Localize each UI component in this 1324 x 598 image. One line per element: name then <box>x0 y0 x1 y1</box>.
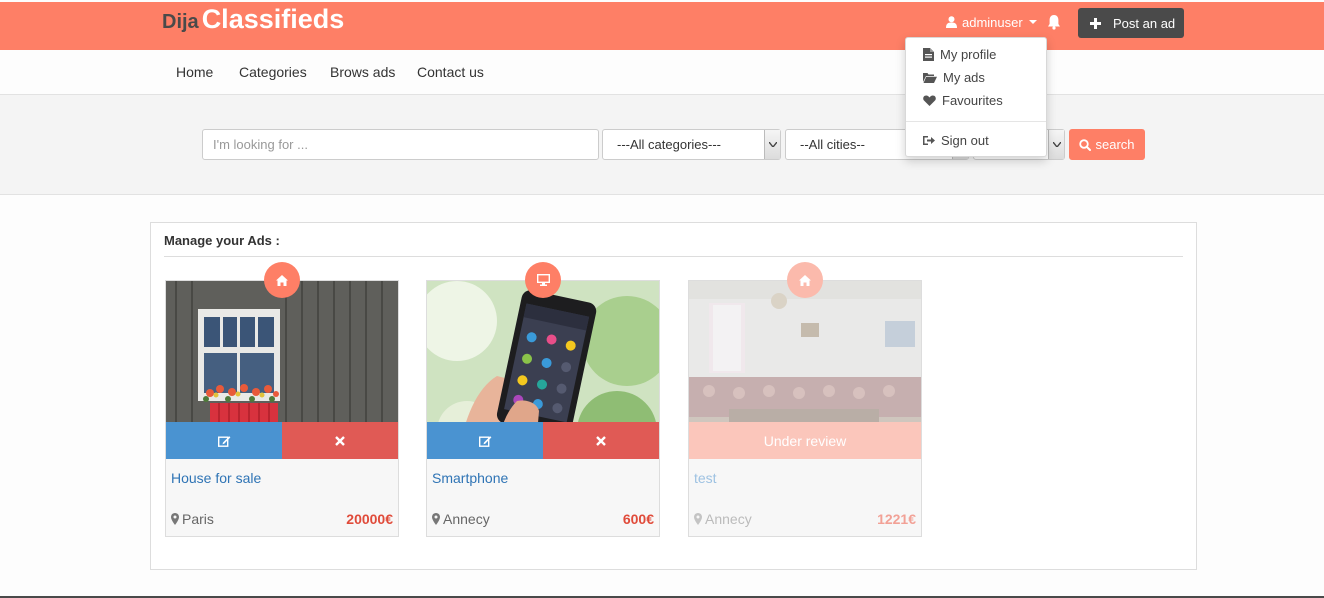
category-badge <box>787 262 823 298</box>
ad-actions <box>427 422 659 459</box>
ad-title[interactable]: Smartphone <box>432 470 508 486</box>
top-bar: Dija Classifieds adminuser Post an ad <box>0 2 1324 50</box>
ad-price: 20000€ <box>346 511 393 527</box>
menu-item-label: My ads <box>943 69 985 85</box>
panel-divider <box>164 256 1183 257</box>
sign-out-icon <box>923 135 935 145</box>
ad-title[interactable]: test <box>694 470 717 486</box>
ad-city: Paris <box>182 511 214 527</box>
file-icon <box>923 47 934 61</box>
ad-location: Annecy <box>432 511 490 527</box>
main-nav: Home Categories Brows ads Contact us <box>0 50 1324 95</box>
post-ad-button[interactable]: Post an ad <box>1078 8 1184 38</box>
search-bar: ---All categories--- --All cities-- sear… <box>0 95 1324 195</box>
chevron-down-icon <box>1048 130 1064 159</box>
user-icon <box>946 16 957 28</box>
edit-icon <box>478 435 491 447</box>
map-marker-icon <box>432 513 440 525</box>
caret-down-icon <box>1028 20 1037 24</box>
menu-divider <box>906 121 1046 122</box>
ad-location: Annecy <box>694 511 752 527</box>
nav-categories[interactable]: Categories <box>239 64 307 80</box>
ad-price: 600€ <box>622 511 654 527</box>
user-dropdown-menu: My profile My ads Favourites Sign out <box>905 37 1047 157</box>
search-button-label: search <box>1095 137 1135 152</box>
menu-item-label: Sign out <box>941 132 989 148</box>
edit-ad-button[interactable] <box>166 422 282 459</box>
ad-price: 1221€ <box>877 511 916 527</box>
desktop-icon <box>536 274 550 286</box>
map-marker-icon <box>694 513 702 525</box>
category-select[interactable]: ---All categories--- <box>602 129 781 160</box>
home-icon <box>276 274 288 286</box>
menu-item-favourites[interactable]: Favourites <box>923 91 1003 109</box>
folder-open-icon <box>923 72 937 83</box>
ad-card: Under review test Annecy 1221€ <box>688 262 922 537</box>
close-icon <box>596 435 606 446</box>
nav-contact-us[interactable]: Contact us <box>417 64 484 80</box>
post-ad-label: Post an ad <box>1113 15 1176 31</box>
menu-item-my-ads[interactable]: My ads <box>923 68 985 86</box>
bell-icon[interactable] <box>1047 14 1061 30</box>
edit-icon <box>217 435 230 447</box>
brand-logo[interactable]: Dija Classifieds <box>162 4 344 36</box>
search-button[interactable]: search <box>1069 129 1145 160</box>
delete-ad-button[interactable] <box>282 422 398 459</box>
menu-item-label: My profile <box>940 46 997 62</box>
ad-city: Annecy <box>443 511 490 527</box>
home-icon <box>799 274 811 286</box>
ad-title[interactable]: House for sale <box>171 470 261 486</box>
search-icon <box>1079 138 1092 151</box>
manage-ads-panel: Manage your Ads : House for sale Paris 2… <box>150 222 1197 570</box>
ad-location: Paris <box>171 511 214 527</box>
delete-ad-button[interactable] <box>543 422 659 459</box>
edit-ad-button[interactable] <box>427 422 543 459</box>
nav-home[interactable]: Home <box>176 64 213 80</box>
chevron-down-icon <box>764 130 780 159</box>
menu-item-label: Favourites <box>942 92 1003 108</box>
user-menu-toggle[interactable]: adminuser <box>946 11 1037 33</box>
category-select-value: ---All categories--- <box>617 137 722 152</box>
ad-card: Smartphone Annecy 600€ <box>426 262 660 537</box>
category-badge <box>525 262 561 298</box>
heart-icon <box>923 95 936 106</box>
category-badge <box>264 262 300 298</box>
username: adminuser <box>962 14 1023 30</box>
close-icon <box>335 435 345 446</box>
panel-title: Manage your Ads : <box>164 233 280 248</box>
menu-item-my-profile[interactable]: My profile <box>923 45 996 63</box>
search-input[interactable] <box>202 129 599 160</box>
status-badge-under-review: Under review <box>689 422 921 459</box>
plus-icon <box>1086 17 1104 29</box>
ad-actions <box>166 422 398 459</box>
brand-part2: Classifieds <box>201 4 345 34</box>
menu-item-sign-out[interactable]: Sign out <box>923 131 989 149</box>
map-marker-icon <box>171 513 179 525</box>
ad-card: House for sale Paris 20000€ <box>165 262 399 537</box>
nav-browse-ads[interactable]: Brows ads <box>330 64 395 80</box>
ad-city: Annecy <box>705 511 752 527</box>
brand-part1: Dija <box>162 11 199 33</box>
